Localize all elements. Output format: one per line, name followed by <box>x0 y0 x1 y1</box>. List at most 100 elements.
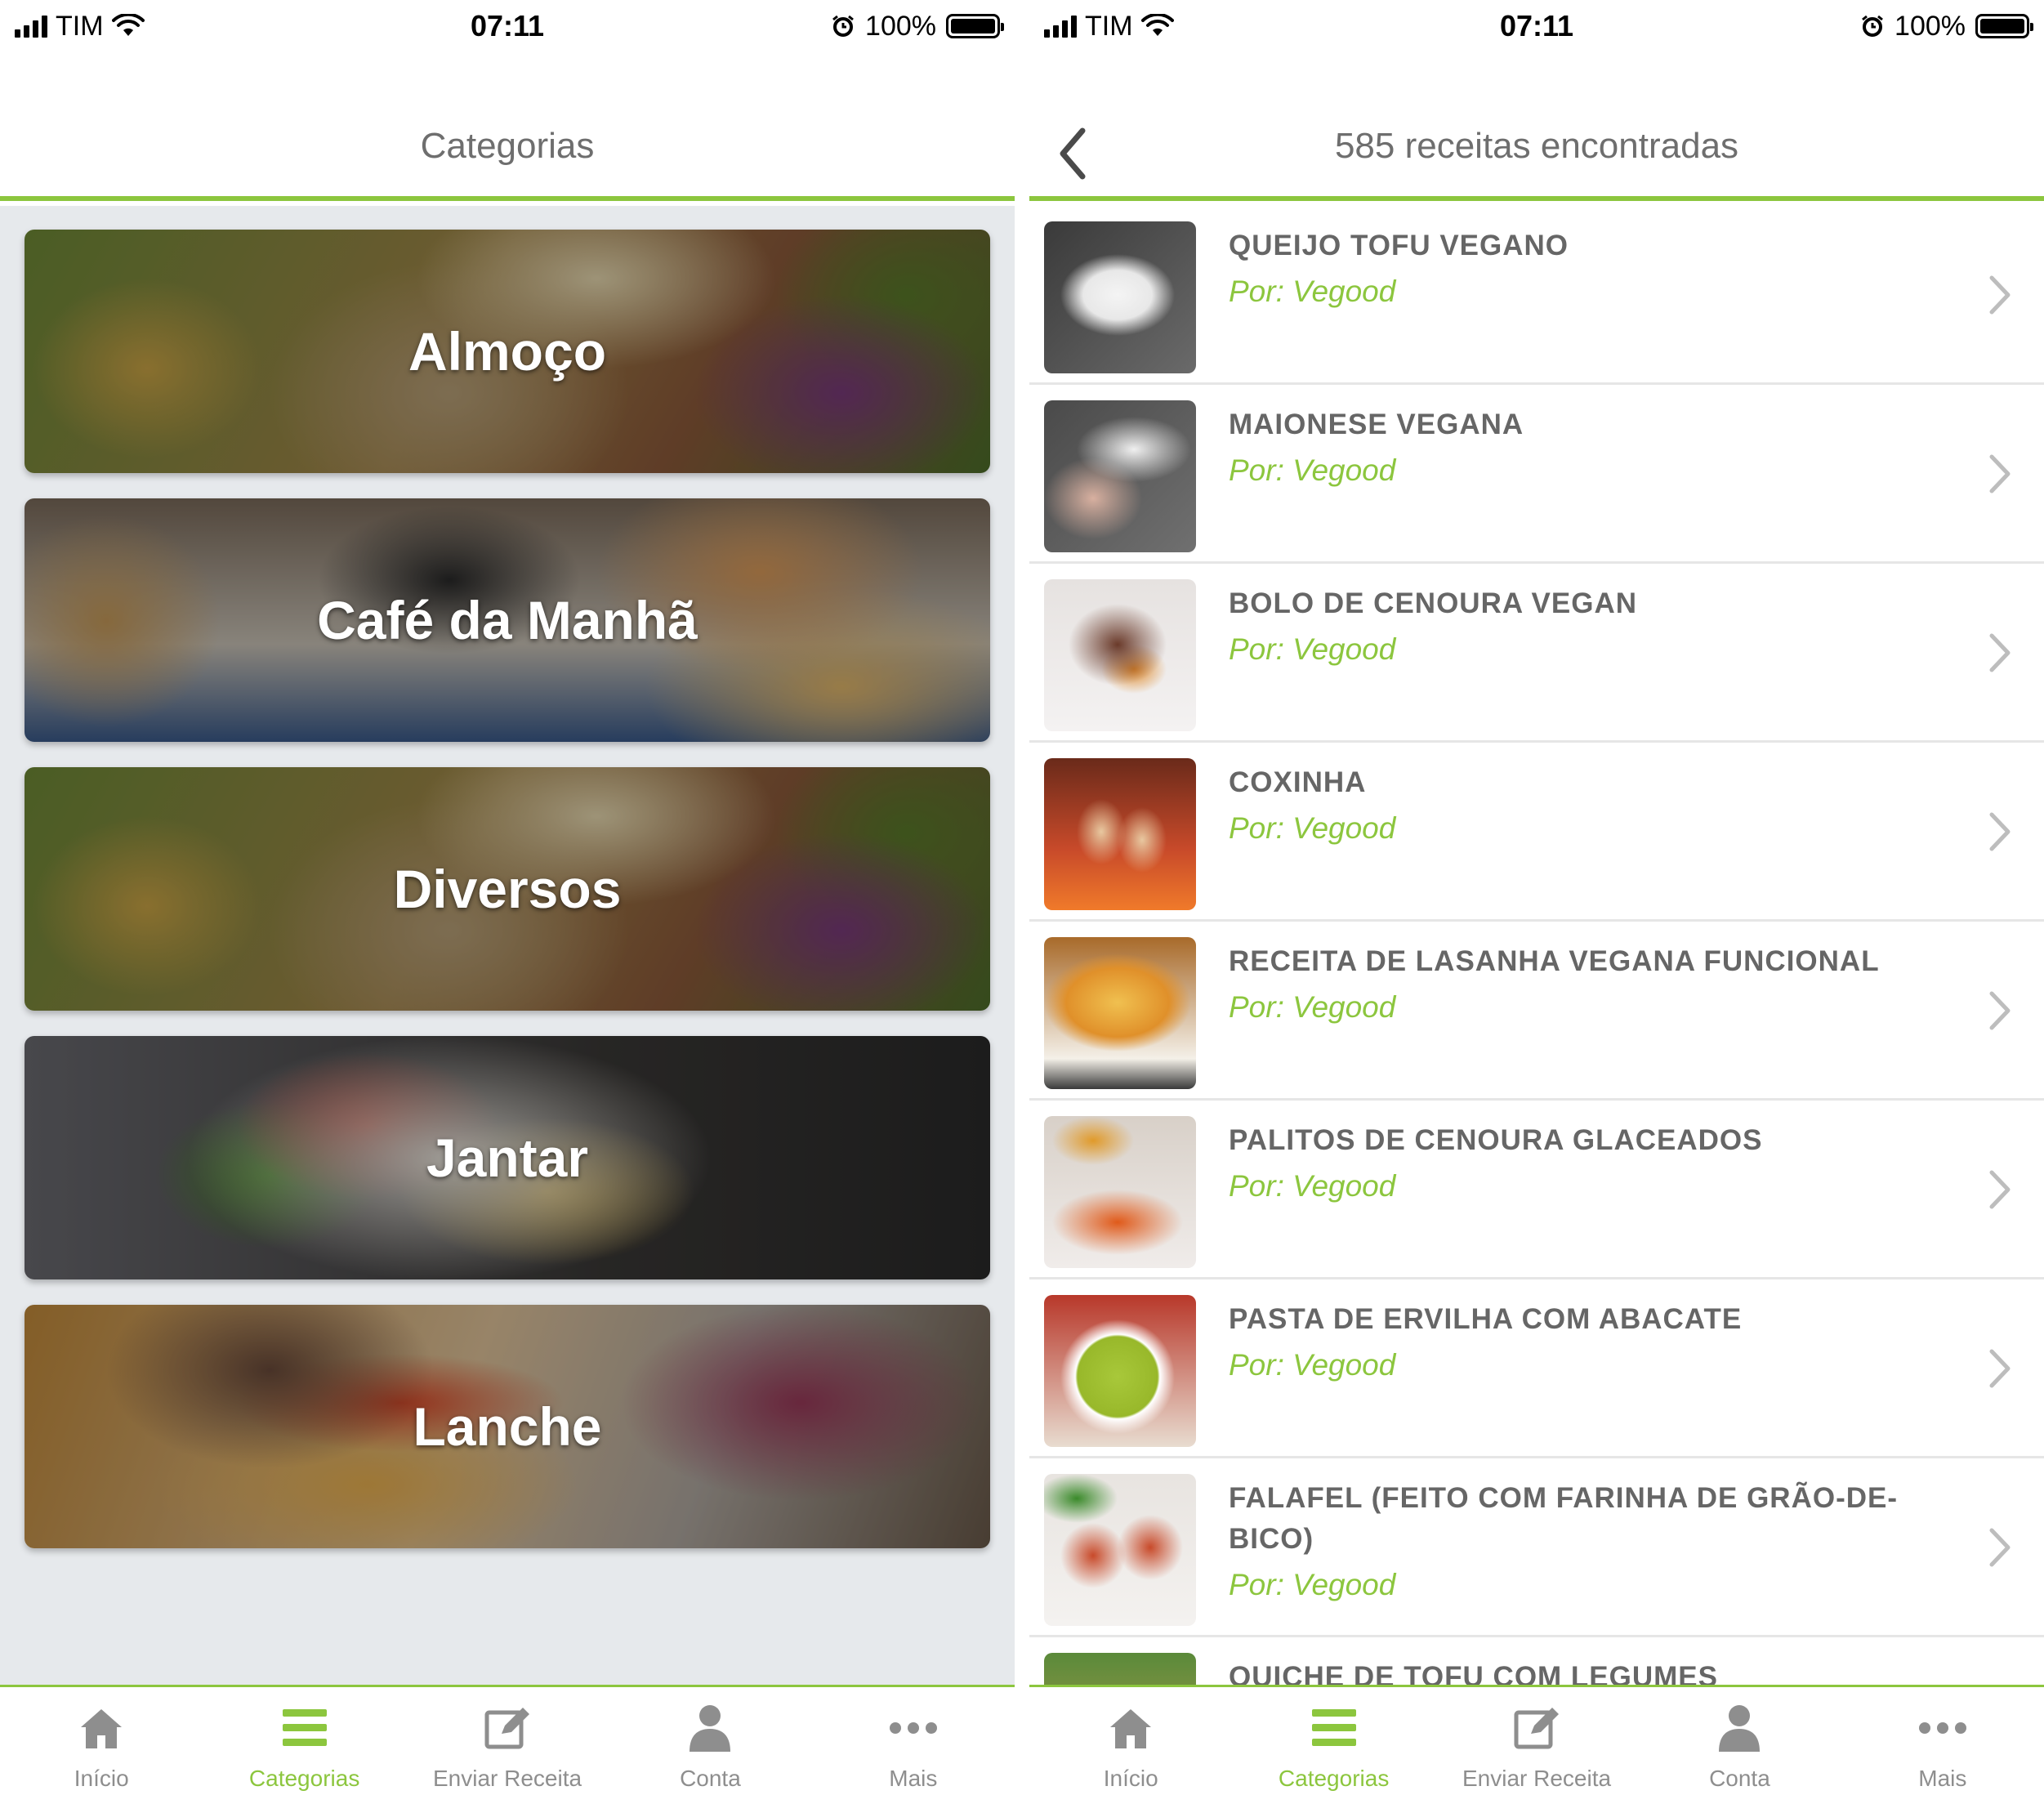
tab-label: Enviar Receita <box>1462 1766 1612 1791</box>
status-bar: TIM 07:11 100% <box>1029 0 2044 54</box>
recipe-thumbnail <box>1044 579 1196 731</box>
recipe-row[interactable]: PALITOS DE CENOURA GLACEADOS Por: Vegood <box>1029 1101 2044 1279</box>
tab-categorias[interactable]: Categorias <box>1232 1687 1435 1804</box>
battery-indicator: 100% <box>831 8 1004 44</box>
home-icon <box>75 1702 127 1754</box>
category-card-diversos[interactable]: Diversos <box>25 767 990 1011</box>
more-icon <box>887 1702 939 1754</box>
tab-mais[interactable]: Mais <box>1841 1687 2044 1804</box>
recipe-row[interactable]: QUICHE DE TOFU COM LEGUMES <box>1029 1637 2044 1685</box>
page-title: Categorias <box>420 126 595 166</box>
battery-icon <box>946 14 1004 38</box>
user-icon <box>684 1702 736 1754</box>
recipe-author: Por: Vegood <box>1229 453 1396 487</box>
recipe-row[interactable]: RECEITA DE LASANHA VEGANA FUNCIONAL Por:… <box>1029 922 2044 1101</box>
battery-indicator: 100% <box>1860 8 2033 44</box>
list-icon <box>1308 1702 1360 1754</box>
recipe-row[interactable]: QUEIJO TOFU VEGANO Por: Vegood <box>1029 206 2044 385</box>
recipe-row[interactable]: COXINHA Por: Vegood <box>1029 743 2044 922</box>
category-card-cafe-da-manha[interactable]: Café da Manhã <box>25 498 990 742</box>
chevron-right-icon <box>1989 1528 2011 1567</box>
category-label: Jantar <box>426 1128 589 1188</box>
tab-label: Enviar Receita <box>432 1766 582 1791</box>
recipe-thumbnail <box>1044 221 1196 373</box>
battery-percent: 100% <box>1894 10 1966 42</box>
recipe-author: Por: Vegood <box>1229 632 1396 666</box>
recipes-screen: TIM 07:11 100% 585 receitas encontradas … <box>1029 0 2044 1804</box>
recipe-author: Por: Vegood <box>1229 990 1396 1024</box>
categories-screen: TIM 07:11 100% Categorias Almoço Café da… <box>0 0 1015 1804</box>
tab-enviar-receita[interactable]: Enviar Receita <box>406 1687 609 1804</box>
alarm-icon <box>1862 15 1883 37</box>
recipe-list: QUEIJO TOFU VEGANO Por: Vegood MAIONESE … <box>1029 206 2044 1685</box>
recipe-title: QUEIJO TOFU VEGANO <box>1229 230 1569 261</box>
edit-icon <box>481 1702 533 1754</box>
category-card-lanche[interactable]: Lanche <box>25 1305 990 1548</box>
category-list: Almoço Café da Manhã Diversos Jantar Lan… <box>0 206 1015 1685</box>
more-icon <box>1917 1702 1969 1754</box>
chevron-right-icon <box>1989 991 2011 1030</box>
edit-icon <box>1511 1702 1563 1754</box>
category-card-almoco[interactable]: Almoço <box>25 230 990 473</box>
tab-inicio[interactable]: Início <box>0 1687 203 1804</box>
screen-divider <box>1015 0 1029 1804</box>
recipe-author: Por: Vegood <box>1229 1169 1396 1203</box>
chevron-right-icon <box>1989 1170 2011 1209</box>
category-label: Lanche <box>413 1396 602 1457</box>
recipe-author: Por: Vegood <box>1229 1568 1396 1601</box>
recipe-title: PASTA DE ERVILHA COM ABACATE <box>1229 1303 1743 1335</box>
recipe-title: PALITOS DE CENOURA GLACEADOS <box>1229 1124 1763 1156</box>
nav-header: Categorias <box>0 54 1015 201</box>
tab-label: Início <box>74 1766 129 1791</box>
recipe-thumbnail <box>1044 937 1196 1089</box>
nav-header: 585 receitas encontradas <box>1029 54 2044 201</box>
tab-label: Mais <box>1918 1766 1967 1791</box>
category-label: Café da Manhã <box>317 590 698 650</box>
tab-label: Conta <box>680 1766 741 1791</box>
recipe-author: Por: Vegood <box>1229 1348 1396 1382</box>
recipe-author: Por: Vegood <box>1229 275 1396 308</box>
recipe-row[interactable]: PASTA DE ERVILHA COM ABACATE Por: Vegood <box>1029 1279 2044 1458</box>
alarm-icon <box>832 15 854 37</box>
tab-label: Mais <box>889 1766 938 1791</box>
tab-bar: Início Categorias Enviar Receita Conta M… <box>1029 1685 2044 1804</box>
category-card-jantar[interactable]: Jantar <box>25 1036 990 1279</box>
tab-mais[interactable]: Mais <box>812 1687 1015 1804</box>
tab-enviar-receita[interactable]: Enviar Receita <box>1435 1687 1638 1804</box>
recipe-row[interactable]: FALAFEL (FEITO COM FARINHA DE GRÃO-DE-BI… <box>1029 1458 2044 1637</box>
recipe-thumbnail <box>1044 400 1196 552</box>
chevron-right-icon <box>1989 454 2011 493</box>
recipe-title: RECEITA DE LASANHA VEGANA FUNCIONAL <box>1229 945 1880 977</box>
recipe-title: COXINHA <box>1229 766 1367 798</box>
chevron-right-icon <box>1989 812 2011 851</box>
category-label: Diversos <box>393 859 622 919</box>
recipe-title: MAIONESE VEGANA <box>1229 409 1524 440</box>
tab-categorias[interactable]: Categorias <box>203 1687 405 1804</box>
recipe-title: FALAFEL (FEITO COM FARINHA DE GRÃO-DE-BI… <box>1229 1482 1899 1555</box>
home-icon <box>1105 1702 1157 1754</box>
recipe-author: Por: Vegood <box>1229 811 1396 845</box>
recipe-thumbnail <box>1044 1295 1196 1447</box>
list-icon <box>279 1702 331 1754</box>
recipe-title: QUICHE DE TOFU COM LEGUMES <box>1229 1661 1718 1685</box>
tab-label: Conta <box>1709 1766 1770 1791</box>
tab-label: Categorias <box>1278 1766 1390 1791</box>
chevron-right-icon <box>1989 1349 2011 1388</box>
recipe-row[interactable]: MAIONESE VEGANA Por: Vegood <box>1029 385 2044 564</box>
recipe-thumbnail <box>1044 758 1196 910</box>
recipe-thumbnail <box>1044 1116 1196 1268</box>
recipe-title: BOLO DE CENOURA VEGAN <box>1229 587 1638 619</box>
recipe-row[interactable]: BOLO DE CENOURA VEGAN Por: Vegood <box>1029 564 2044 743</box>
battery-icon <box>1975 14 2033 38</box>
page-title: 585 receitas encontradas <box>1334 126 1739 166</box>
tab-conta[interactable]: Conta <box>609 1687 811 1804</box>
battery-percent: 100% <box>865 10 936 42</box>
tab-bar: Início Categorias Enviar Receita Conta M… <box>0 1685 1015 1804</box>
recipe-thumbnail <box>1044 1653 1196 1685</box>
tab-label: Início <box>1103 1766 1158 1791</box>
tab-conta[interactable]: Conta <box>1638 1687 1841 1804</box>
user-icon <box>1713 1702 1765 1754</box>
recipe-thumbnail <box>1044 1474 1196 1626</box>
tab-inicio[interactable]: Início <box>1029 1687 1232 1804</box>
status-bar: TIM 07:11 100% <box>0 0 1015 54</box>
